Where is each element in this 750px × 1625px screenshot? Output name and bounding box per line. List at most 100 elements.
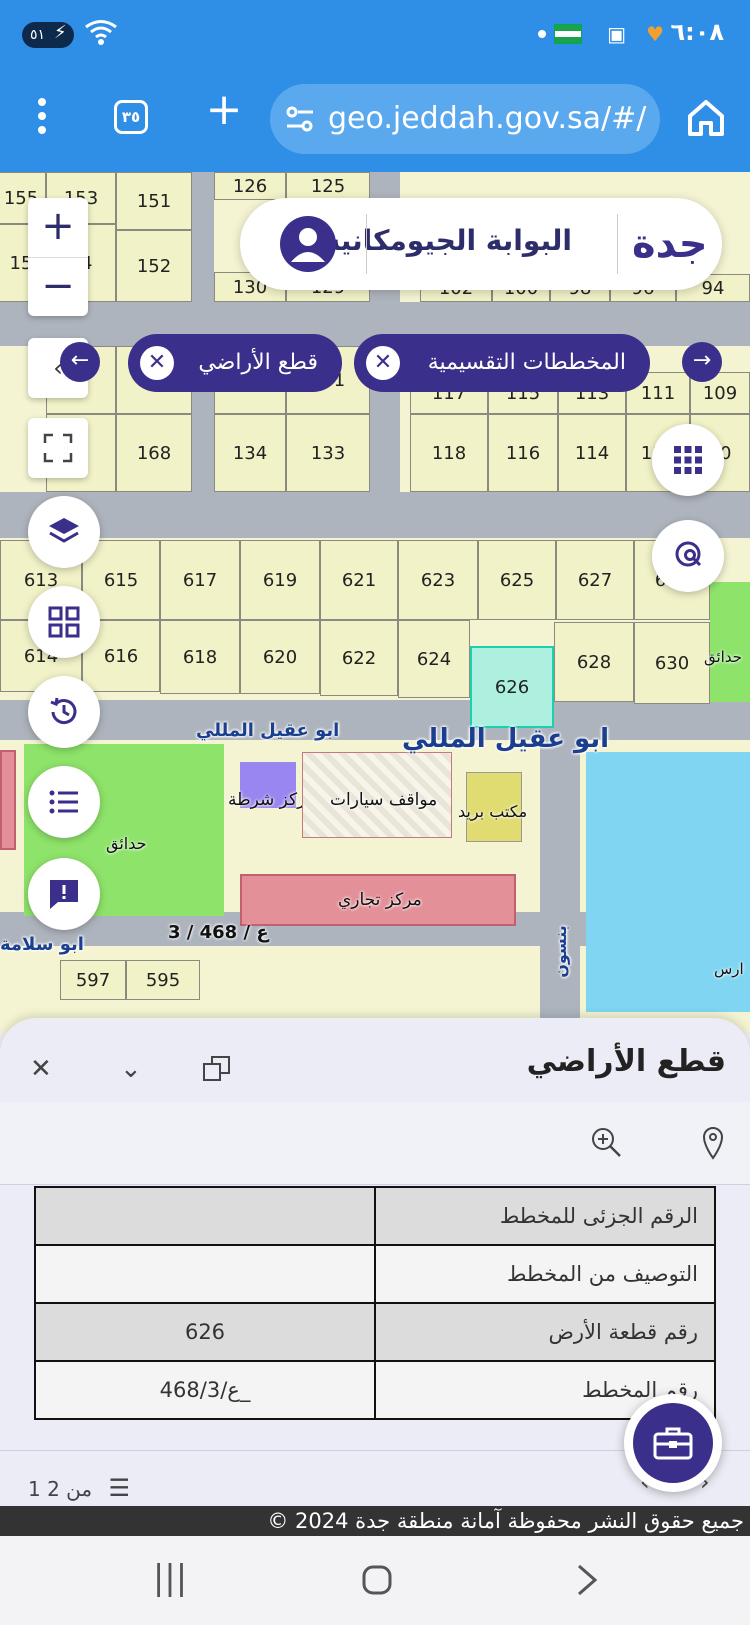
list-icon[interactable]: ☰ [108,1474,130,1502]
new-tab-button[interactable]: + [204,88,244,132]
zoom-in-button[interactable]: + [28,198,88,257]
lot[interactable]: 621 [320,540,398,620]
feedback-icon[interactable] [28,858,100,930]
flag-icon [554,24,582,44]
site-settings-icon[interactable] [286,106,314,132]
zoom-control: + − [28,198,88,316]
lot[interactable]: 152 [116,230,192,302]
lot[interactable]: 625 [478,540,556,620]
panel-title: قطع الأراضي [526,1044,726,1079]
page-indicator: 1 من 2 [28,1477,93,1501]
street-label: ابو عقيل المللي [402,724,610,754]
filter-chip-subdivision-plans[interactable]: ✕ المخططات التقسيمية [354,334,650,392]
street-label: ابو سلامة [0,934,84,955]
lot[interactable]: 628 [554,622,634,702]
table-row: ع/468/3_ رقم المخطط [34,1360,716,1420]
post-office-label: مكتب بريد [458,802,528,821]
location-pin-icon[interactable] [702,1126,724,1164]
pagination: 1 من 2 ☰ [28,1474,130,1502]
system-nav-bar: ||| [0,1536,750,1625]
wifi-icon [84,18,118,52]
table-row: 626 رقم قطعة الأرض [34,1302,716,1362]
panel-toolbar [0,1102,750,1184]
search-location-icon[interactable] [652,520,724,592]
street-label: ابو عقيل المللي [196,720,340,741]
attributes-table: الرقم الجزئى للمخطط التوصيف من المخطط 62… [34,1186,716,1420]
status-bar: ٦:٠٨ ▣ ♥ ٥١ ⚡ [0,0,750,70]
notification-dot-icon [538,30,546,38]
table-value: ع/468/3_ [34,1360,376,1420]
lot[interactable]: 125 [286,172,370,200]
fullscreen-icon[interactable] [28,418,88,478]
table-key: التوصيف من المخطط [374,1244,716,1304]
history-icon[interactable] [28,676,100,748]
lot[interactable]: 134 [214,414,286,492]
lot[interactable]: 618 [160,620,240,694]
app-header: جدة البوابة الجيومكانية [240,198,722,290]
close-icon[interactable]: ✕ [366,346,400,380]
lot[interactable]: 622 [320,620,398,696]
recent-apps-icon[interactable]: ||| [145,1558,195,1602]
copyright-footer: © 2024 جميع حقوق النشر محفوظة آمانة منطق… [0,1506,750,1536]
table-value [34,1244,376,1304]
lot[interactable]: 619 [240,540,320,620]
scroll-chips-right-icon[interactable]: → [682,342,722,382]
selected-lot[interactable]: 626 [470,646,554,728]
lot[interactable]: 168 [116,414,192,492]
back-icon[interactable] [562,1558,612,1602]
app-title: البوابة الجيومكانية [323,224,572,257]
layers-icon[interactable] [28,496,100,568]
lot[interactable]: 118 [410,414,488,492]
lot[interactable]: 620 [240,620,320,694]
street-label: بنسون [550,925,570,978]
user-avatar-icon[interactable] [280,216,336,272]
table-key: الرقم الجزئى للمخطط [374,1186,716,1246]
address-bar[interactable]: geo.jeddah.gov.sa/#/ [270,84,660,154]
zoom-to-icon[interactable] [590,1126,622,1162]
toolbox-icon [633,1403,713,1483]
lot[interactable]: 116 [488,414,558,492]
table-key: رقم قطعة الأرض [374,1302,716,1362]
home-icon[interactable] [684,96,728,140]
lot[interactable]: 617 [160,540,240,620]
lot[interactable]: 630 [634,622,710,704]
close-icon[interactable]: ✕ [140,346,174,380]
lot[interactable]: 627 [556,540,634,620]
status-time: ٦:٠٨ [670,18,724,46]
park-label: حدائق [106,834,147,853]
lot[interactable]: 624 [398,620,470,698]
lot[interactable]: 595 [126,960,200,1000]
map-view[interactable]: 155 153 151 126 125 15 54 152 130 129 10… [0,172,750,1032]
panel-header-actions: ✕ ⌄ [30,1054,250,1094]
url-text: geo.jeddah.gov.sa/#/ [328,101,647,136]
tabs-count-button[interactable]: ٣٥ [114,100,148,134]
filter-chip-land-parcels[interactable]: ✕ قطع الأراضي [128,334,342,392]
apps-grid-icon[interactable] [652,424,724,496]
parking-label: مواقف سيارات [330,790,438,810]
zoom-out-button[interactable]: − [28,257,88,316]
list-icon[interactable] [28,766,100,838]
jeddah-logo: جدة [632,221,708,267]
table-value [34,1186,376,1246]
lot[interactable]: 114 [558,414,626,492]
browser-menu-icon[interactable] [36,98,48,138]
table-value: 626 [34,1302,376,1362]
lot[interactable]: 133 [286,414,370,492]
chevron-down-icon[interactable]: ⌄ [120,1054,142,1084]
close-icon[interactable]: ✕ [30,1054,52,1084]
commercial-center-label: مركز تجاري [338,890,422,910]
lot[interactable]: 623 [398,540,478,620]
lot[interactable]: 126 [214,172,286,200]
home-button-icon[interactable] [352,1558,402,1602]
table-row: التوصيف من المخطط [34,1244,716,1304]
copy-window-icon[interactable] [202,1054,232,1091]
heart-icon: ♥ [646,22,664,46]
grid-view-icon[interactable] [28,586,100,658]
charging-icon: ⚡ [54,22,67,43]
toolbox-button[interactable] [624,1394,722,1492]
scroll-chips-left-icon[interactable]: ← [60,342,100,382]
lot[interactable]: 597 [60,960,126,1000]
lot[interactable]: 151 [116,172,192,230]
park-label: حدائق [704,648,742,666]
browser-toolbar: ٦:٠٨ ▣ ♥ ٥١ ⚡ ٣٥ + geo.jeddah.gov.sa/#/ [0,0,750,172]
